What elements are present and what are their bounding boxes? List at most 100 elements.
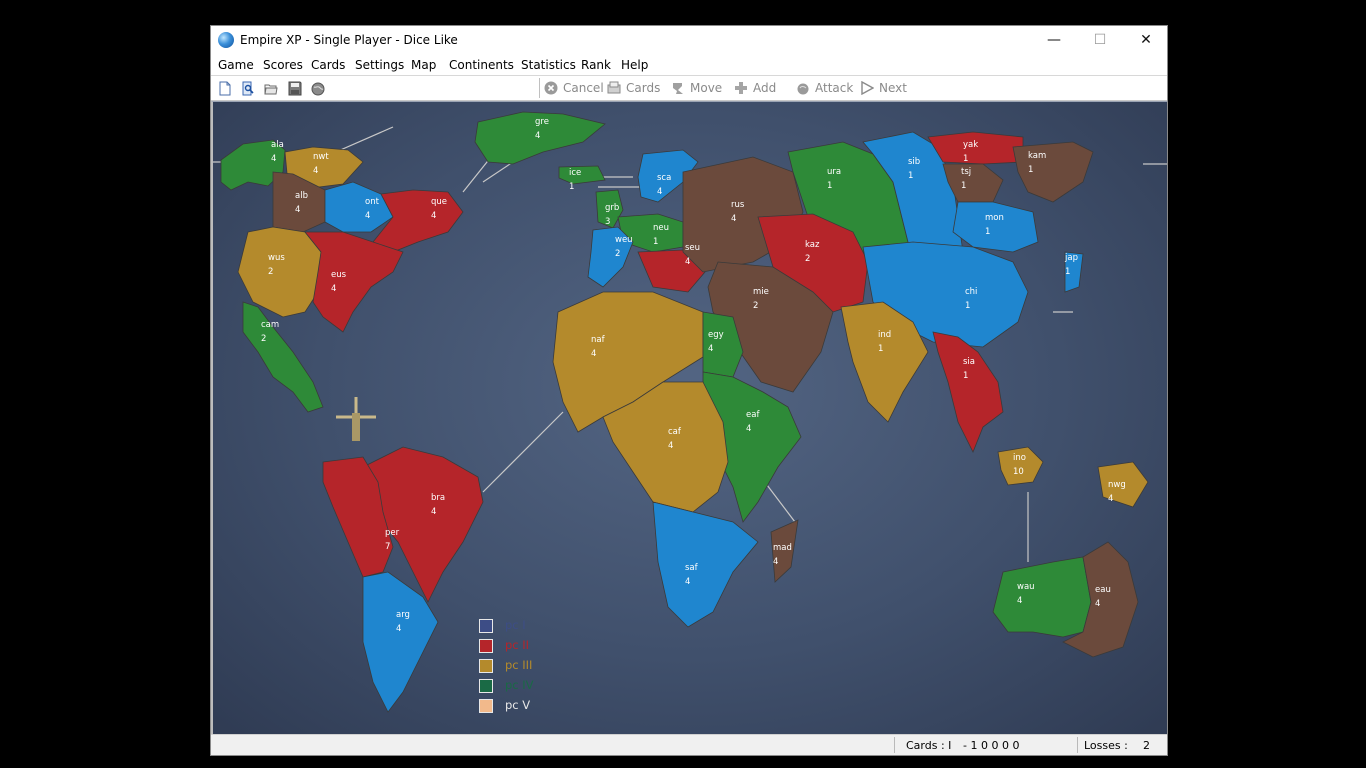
- status-separator: [1077, 737, 1078, 753]
- menu-settings[interactable]: Settings: [355, 58, 404, 72]
- territory-label-alb: alb: [295, 191, 308, 201]
- territory-armies-bra: 4: [431, 507, 436, 517]
- territory-label-mad: mad: [773, 543, 792, 553]
- menu-scores[interactable]: Scores: [263, 58, 303, 72]
- legend-label: pc II: [505, 638, 530, 652]
- save-icon[interactable]: [288, 81, 302, 96]
- world-map[interactable]: ala 4 nwt 4 gre 4 alb 4 ont 4 que 4 wus 2 eus 4 cam 2 ice 1…: [211, 101, 1167, 734]
- menu-map[interactable]: Map: [411, 58, 436, 72]
- play-icon: [861, 81, 874, 95]
- close-button[interactable]: ✕: [1123, 26, 1169, 55]
- globe-icon[interactable]: [311, 81, 325, 96]
- territory-armies-grb: 3: [605, 217, 610, 227]
- territory-label-cam: cam: [261, 320, 279, 330]
- territory-armies-arg: 4: [396, 624, 401, 634]
- territory-label-caf: caf: [668, 427, 682, 437]
- territory-armies-jap: 1: [1065, 267, 1070, 277]
- legend-swatch: [479, 699, 493, 713]
- territory-wus[interactable]: [237, 226, 322, 318]
- add-button[interactable]: Add: [734, 80, 776, 96]
- maximize-button[interactable]: ☐: [1077, 26, 1123, 55]
- menu-continents[interactable]: Continents: [449, 58, 514, 72]
- application-window: Empire XP - Single Player - Dice Like — …: [210, 25, 1168, 756]
- menu-game[interactable]: Game: [218, 58, 254, 72]
- territory-label-wus: wus: [268, 253, 285, 263]
- menu-bar: Game Scores Cards Settings Map Continent…: [211, 55, 1167, 75]
- move-button[interactable]: Move: [671, 80, 722, 96]
- territory-ont[interactable]: [324, 181, 394, 233]
- attack-icon: [797, 83, 809, 95]
- legend-swatch: [479, 659, 493, 673]
- menu-help[interactable]: Help: [621, 58, 648, 72]
- windmill-icon: [336, 397, 376, 441]
- map-canvas[interactable]: ala 4 nwt 4 gre 4 alb 4 ont 4 que 4 wus 2 eus 4 cam 2 ice 1…: [213, 102, 1167, 734]
- territory-armies-eus: 4: [331, 284, 336, 294]
- plus-icon: [735, 82, 747, 94]
- territory-label-mon: mon: [985, 213, 1004, 223]
- territory-label-ala: ala: [271, 140, 284, 150]
- territory-label-nwg: nwg: [1108, 480, 1126, 490]
- cards-status-value: - 1 0 0 0 0: [963, 739, 1020, 752]
- open-folder-icon[interactable]: [264, 81, 278, 96]
- territory-armies-kaz: 2: [805, 254, 810, 264]
- territory-armies-sib: 1: [908, 171, 913, 181]
- territory-wau[interactable]: [992, 556, 1092, 638]
- territory-armies-ind: 1: [878, 344, 883, 354]
- territory-armies-eaf: 4: [746, 424, 751, 434]
- preview-icon[interactable]: [241, 81, 255, 96]
- territory-label-yak: yak: [963, 140, 978, 150]
- territory-shapes[interactable]: [220, 111, 1149, 713]
- territory-sia[interactable]: [932, 331, 1004, 453]
- globe-icon: [218, 32, 234, 48]
- cards-button[interactable]: Cards: [607, 80, 660, 96]
- territory-eus[interactable]: [304, 231, 404, 333]
- territory-label-egy: egy: [708, 330, 724, 340]
- territory-armies-tsj: 1: [961, 181, 966, 191]
- attack-button[interactable]: Attack: [796, 80, 853, 96]
- territory-mon[interactable]: [952, 201, 1039, 253]
- toolbar: Cancel Cards Move Add Attack Next: [211, 75, 1167, 101]
- next-button[interactable]: Next: [860, 80, 907, 96]
- add-label: Add: [753, 81, 777, 95]
- territory-kam[interactable]: [1012, 141, 1094, 203]
- territory-armies-nwg: 4: [1108, 494, 1113, 504]
- territory-armies-nwt: 4: [313, 166, 318, 176]
- menu-cards[interactable]: Cards: [311, 58, 345, 72]
- territory-label-kaz: kaz: [805, 240, 820, 250]
- territory-label-jap: jap: [1064, 253, 1078, 263]
- status-bar: Cards : I - 1 0 0 0 0 Losses : 2: [211, 734, 1167, 755]
- territory-label-naf: naf: [591, 335, 606, 345]
- minimize-button[interactable]: —: [1031, 26, 1077, 55]
- new-file-icon[interactable]: [218, 81, 232, 96]
- territory-armies-alb: 4: [295, 205, 300, 215]
- territory-armies-cam: 2: [261, 334, 266, 344]
- territory-ice[interactable]: [558, 165, 606, 185]
- attack-label: Attack: [815, 81, 854, 95]
- territory-armies-eau: 4: [1095, 599, 1100, 609]
- territory-label-que: que: [431, 197, 447, 207]
- territory-label-eus: eus: [331, 270, 347, 280]
- territory-label-ind: ind: [878, 330, 891, 340]
- title-bar[interactable]: Empire XP - Single Player - Dice Like — …: [211, 26, 1167, 55]
- territory-label-arg: arg: [396, 610, 410, 620]
- territory-armies-saf: 4: [685, 577, 690, 587]
- menu-statistics[interactable]: Statistics: [521, 58, 576, 72]
- territory-armies-caf: 4: [668, 441, 673, 451]
- menu-rank[interactable]: Rank: [581, 58, 611, 72]
- territory-armies-seu: 4: [685, 257, 690, 267]
- territory-armies-que: 4: [431, 211, 436, 221]
- territory-armies-wau: 4: [1017, 596, 1022, 606]
- territory-armies-ala: 4: [271, 154, 276, 164]
- territory-armies-egy: 4: [708, 344, 713, 354]
- cancel-label: Cancel: [563, 81, 604, 95]
- legend-swatch: [479, 679, 493, 693]
- territory-armies-sca: 4: [657, 187, 662, 197]
- territory-label-weu: weu: [615, 235, 633, 245]
- cancel-icon: [544, 81, 558, 95]
- territory-armies-naf: 4: [591, 349, 596, 359]
- territory-label-wau: wau: [1017, 582, 1035, 592]
- cancel-button[interactable]: Cancel: [544, 80, 604, 96]
- territory-armies-per: 7: [385, 542, 390, 552]
- territory-armies-mie: 2: [753, 301, 758, 311]
- territory-cam[interactable]: [242, 301, 324, 413]
